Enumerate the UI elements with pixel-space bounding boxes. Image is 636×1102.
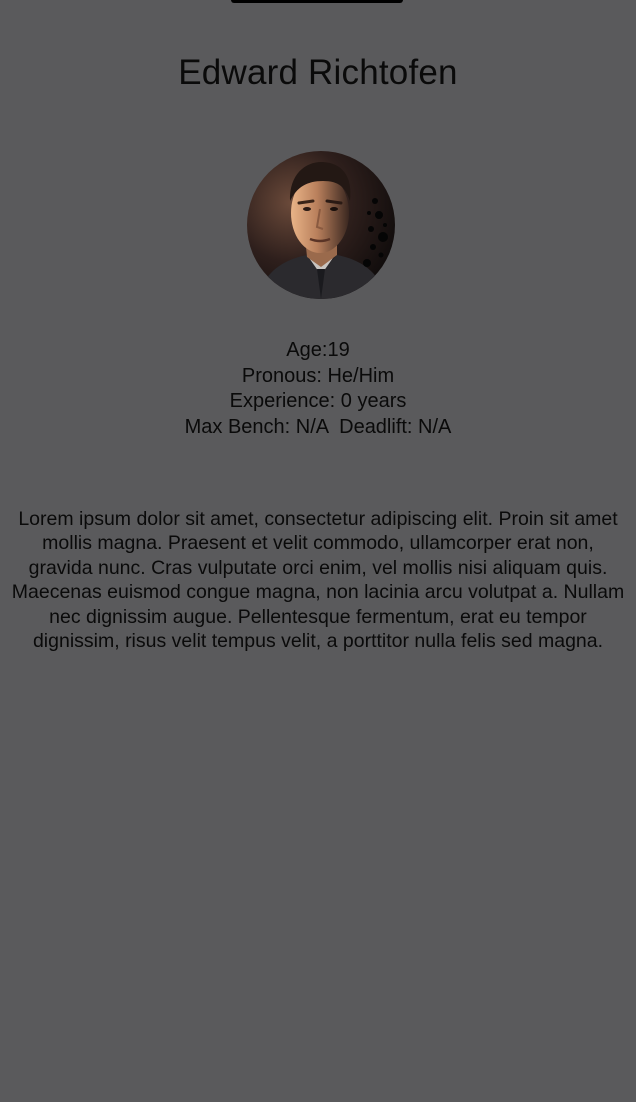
- device-notch: [231, 0, 403, 3]
- profile-photo-icon: [247, 151, 395, 299]
- experience-text: Experience: 0 years: [229, 390, 407, 412]
- profile-avatar: [247, 151, 395, 299]
- profile-stats: Age:19 Pronous: He/Him Experience: 0 yea…: [0, 338, 636, 440]
- lifts-text: Max Bench: N/A Deadlift: N/A: [184, 415, 452, 438]
- age-text: Age:19: [286, 339, 350, 361]
- pronouns-text: Pronous: He/Him: [241, 364, 395, 387]
- profile-bio: Lorem ipsum dolor sit amet, consectetur …: [11, 507, 625, 653]
- profile-name-title: Edward Richtofen: [178, 53, 458, 93]
